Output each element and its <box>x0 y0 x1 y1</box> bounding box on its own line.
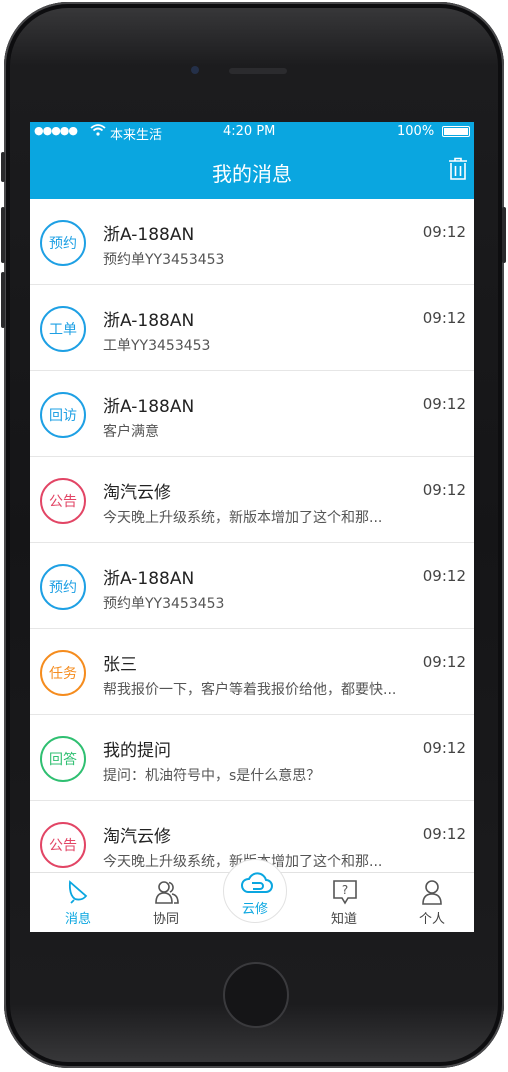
tab-messages[interactable]: 消息 <box>48 873 108 932</box>
message-preview: 预约单YY3453453 <box>103 252 225 268</box>
tab-label: 消息 <box>64 912 91 927</box>
question-icon: ? <box>332 879 358 909</box>
message-type-badge: 预约 <box>40 220 86 266</box>
svg-text:?: ? <box>342 883 348 897</box>
bell-icon <box>66 879 90 909</box>
message-time: 09:12 <box>422 825 466 843</box>
message-sender: 浙A-188AN <box>103 397 195 417</box>
message-time: 09:12 <box>422 739 466 757</box>
message-list: 预约 浙A-188AN 预约单YY3453453 09:12 工单 浙A-188… <box>30 199 474 887</box>
power-button <box>502 207 506 263</box>
message-row[interactable]: 公告 淘汽云修 今天晚上升级系统，新版本增加了这个和那... 09:12 <box>30 457 474 543</box>
tab-label: 云修 <box>241 902 268 917</box>
message-time: 09:12 <box>422 481 466 499</box>
message-sender: 淘汽云修 <box>103 483 171 503</box>
status-bar: ●●●●● 本来生活 4:20 PM 100% <box>30 122 474 143</box>
message-sender: 浙A-188AN <box>103 311 195 331</box>
message-row[interactable]: 回答 我的提问 提问：机油符号中，s是什么意思？ 09:12 <box>30 715 474 801</box>
volume-up-button <box>1 207 5 263</box>
message-row[interactable]: 预约 浙A-188AN 预约单YY3453453 09:12 <box>30 543 474 629</box>
cloud-icon <box>239 870 273 900</box>
wifi-icon <box>90 124 106 140</box>
message-row[interactable]: 回访 浙A-188AN 客户满意 09:12 <box>30 371 474 457</box>
message-sender: 淘汽云修 <box>103 827 171 847</box>
message-time: 09:12 <box>422 223 466 241</box>
trash-icon[interactable] <box>448 157 468 185</box>
person-icon <box>420 879 444 909</box>
tab-collab[interactable]: 协同 <box>136 873 196 932</box>
message-preview: 预约单YY3453453 <box>103 596 225 612</box>
carrier-name: 本来生活 <box>110 128 163 143</box>
tab-bar: 消息 协同 云修 ? 知道 个人 <box>30 859 474 932</box>
message-preview: 今天晚上升级系统，新版本增加了这个和那... <box>103 510 383 526</box>
volume-down-button <box>1 272 5 328</box>
message-type-badge: 公告 <box>40 822 86 868</box>
tab-label: 协同 <box>152 912 179 927</box>
tab-label: 知道 <box>330 912 357 927</box>
message-sender: 浙A-188AN <box>103 569 195 589</box>
message-preview: 工单YY3453453 <box>103 338 211 354</box>
page-title: 我的消息 <box>212 162 292 186</box>
mute-switch <box>1 152 5 182</box>
battery-percent: 100% <box>397 124 435 139</box>
message-type-badge: 公告 <box>40 478 86 524</box>
tab-knowledge[interactable]: ? 知道 <box>314 873 374 932</box>
message-row[interactable]: 任务 张三 帮我报价一下，客户等着我报价给他，都要快... 09:12 <box>30 629 474 715</box>
message-type-badge: 预约 <box>40 564 86 610</box>
message-preview: 帮我报价一下，客户等着我报价给他，都要快... <box>103 682 397 698</box>
message-time: 09:12 <box>422 653 466 671</box>
users-icon <box>154 879 180 909</box>
message-sender: 张三 <box>103 655 137 675</box>
tab-profile[interactable]: 个人 <box>402 873 462 932</box>
earpiece-speaker <box>229 68 287 74</box>
front-camera <box>191 66 199 74</box>
message-type-badge: 任务 <box>40 650 86 696</box>
battery-icon <box>442 126 470 137</box>
message-preview: 客户满意 <box>103 424 159 440</box>
app-header: ●●●●● 本来生活 4:20 PM 100% 我的消息 <box>30 122 474 199</box>
message-time: 09:12 <box>422 309 466 327</box>
message-type-badge: 回答 <box>40 736 86 782</box>
home-button[interactable] <box>223 962 289 1028</box>
message-type-badge: 回访 <box>40 392 86 438</box>
message-sender: 浙A-188AN <box>103 225 195 245</box>
signal-indicator: ●●●●● <box>34 124 78 137</box>
message-time: 09:12 <box>422 395 466 413</box>
status-time: 4:20 PM <box>223 124 276 139</box>
message-row[interactable]: 工单 浙A-188AN 工单YY3453453 09:12 <box>30 285 474 371</box>
message-row[interactable]: 预约 浙A-188AN 预约单YY3453453 09:12 <box>30 199 474 285</box>
tab-label: 个人 <box>418 912 445 927</box>
tab-cloud-repair[interactable]: 云修 <box>223 859 287 923</box>
message-type-badge: 工单 <box>40 306 86 352</box>
message-preview: 提问：机油符号中，s是什么意思？ <box>103 768 321 784</box>
message-sender: 我的提问 <box>103 741 171 761</box>
app-screen: ●●●●● 本来生活 4:20 PM 100% 我的消息 预约 浙A-188AN… <box>30 122 474 932</box>
message-time: 09:12 <box>422 567 466 585</box>
